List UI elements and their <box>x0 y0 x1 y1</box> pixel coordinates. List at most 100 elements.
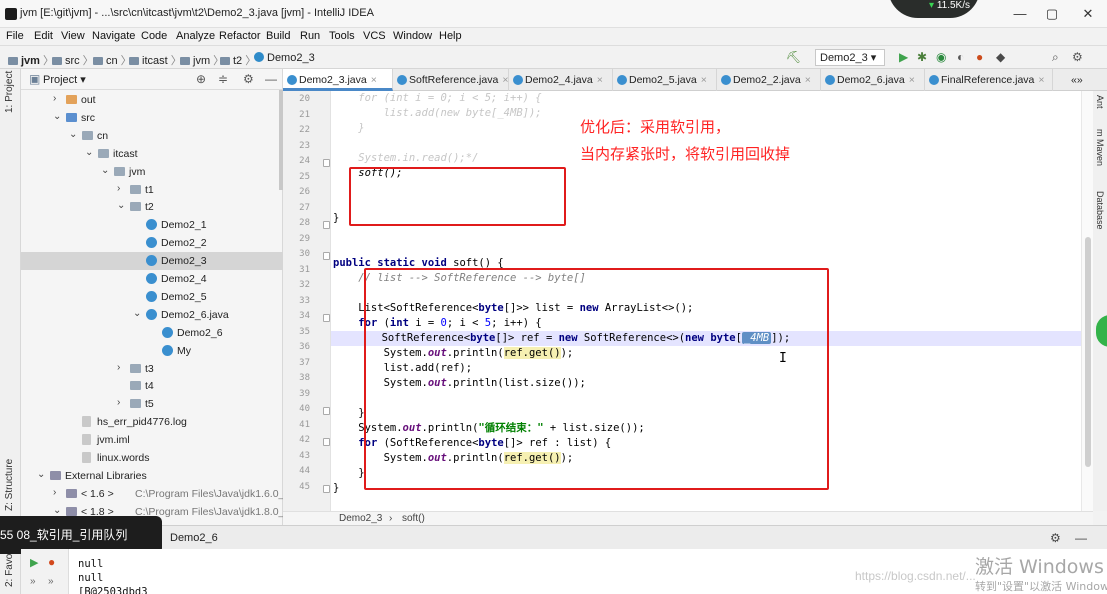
chevron-down-icon[interactable]: ⌄ <box>85 147 93 158</box>
menu-build[interactable]: Build <box>266 30 290 42</box>
tree-item[interactable]: ⌄ t2 <box>21 198 283 216</box>
close-tab-icon[interactable]: × <box>701 74 707 86</box>
project-view-label[interactable]: Project ▾ <box>43 73 86 86</box>
chevron-right-icon[interactable]: › <box>117 397 120 408</box>
fold-marker-icon[interactable] <box>323 159 330 167</box>
close-button[interactable]: ✕ <box>1078 6 1098 22</box>
breadcrumb-itcast[interactable]: itcast 〉 <box>129 52 182 68</box>
tree-item[interactable]: ⌄ itcast <box>21 145 283 163</box>
chevron-down-icon[interactable]: ⌄ <box>101 165 109 176</box>
scroll-down-icon[interactable]: » <box>48 576 54 587</box>
hammer-icon[interactable]: ⛏ <box>786 51 801 64</box>
tree-item[interactable]: linux.words <box>21 449 283 467</box>
chevron-right-icon[interactable]: › <box>117 183 120 194</box>
chevron-down-icon[interactable]: ⌄ <box>37 469 45 480</box>
menu-refactor[interactable]: Refactor <box>219 30 261 42</box>
stop-icon[interactable]: ● <box>48 555 55 569</box>
chevron-down-icon[interactable]: ⌄ <box>117 200 125 211</box>
gear-icon[interactable]: ⚙ <box>1050 531 1061 545</box>
tree-item[interactable]: › < 1.6 > C:\Program Files\Java\jdk1.6.0_4… <box>21 485 296 503</box>
fold-marker-icon[interactable] <box>323 221 330 229</box>
menu-run[interactable]: Run <box>300 30 320 42</box>
gear-icon[interactable]: ⚙ <box>243 72 254 86</box>
tree-item[interactable]: › out <box>21 91 283 109</box>
settings-icon[interactable]: ⚙ <box>1072 51 1083 64</box>
chevron-right-icon[interactable]: › <box>53 487 56 498</box>
tab-overflow-button[interactable]: «» <box>1065 69 1105 91</box>
fold-marker-icon[interactable] <box>323 314 330 322</box>
tab-softreference[interactable]: SoftReference.java × <box>393 69 509 91</box>
tree-item[interactable]: ⌄ External Libraries <box>21 467 283 485</box>
maven-tool-button[interactable]: m Maven <box>1095 129 1105 166</box>
chevron-down-icon[interactable]: ⌄ <box>133 308 141 319</box>
close-tab-icon[interactable]: × <box>371 74 377 86</box>
breadcrumb-jvm[interactable]: jvm 〉 <box>8 52 54 68</box>
chevron-down-icon[interactable]: ⌄ <box>69 129 77 140</box>
tree-item[interactable]: hs_err_pid4776.log <box>21 413 283 431</box>
tree-item[interactable]: Demo2_1 <box>21 216 283 234</box>
tree-item[interactable]: › t3 <box>21 360 283 378</box>
close-tab-icon[interactable]: × <box>502 74 508 86</box>
breadcrumb-cn[interactable]: cn 〉 <box>93 52 132 68</box>
fold-marker-icon[interactable] <box>323 484 330 493</box>
tree-item[interactable]: Demo2_4 <box>21 270 283 288</box>
rerun-icon[interactable]: ▶ <box>30 556 38 569</box>
tree-item[interactable]: My <box>21 342 283 360</box>
tab-demo2-2[interactable]: Demo2_2.java × <box>717 69 821 91</box>
menu-file[interactable]: File <box>6 30 24 42</box>
tree-item[interactable]: Demo2_5 <box>21 288 283 306</box>
tab-demo2-4[interactable]: Demo2_4.java × <box>509 69 613 91</box>
coverage-icon[interactable]: ◉ <box>936 51 946 64</box>
stop-icon[interactable]: ● <box>976 51 983 64</box>
menu-edit[interactable]: Edit <box>34 30 53 42</box>
breadcrumb-demo2-3[interactable]: Demo2_3 <box>254 52 315 64</box>
chevron-down-icon[interactable]: ⌄ <box>53 111 61 122</box>
close-tab-icon[interactable]: × <box>909 74 915 86</box>
tree-item[interactable]: ⌄ jvm <box>21 163 283 181</box>
close-tab-icon[interactable]: × <box>805 74 811 86</box>
menu-navigate[interactable]: Navigate <box>92 30 135 42</box>
tree-item[interactable]: ⌄ src <box>21 109 283 127</box>
menu-tools[interactable]: Tools <box>329 30 355 42</box>
breadcrumb-t2[interactable]: t2 〉 <box>220 52 256 68</box>
structure-tool-button[interactable]: Z: Structure <box>4 459 15 511</box>
tree-item[interactable]: ⌄ Demo2_6.java <box>21 306 283 324</box>
fold-marker-icon[interactable] <box>323 252 330 260</box>
collapse-icon[interactable]: ≑ <box>218 72 228 86</box>
chevron-down-icon[interactable]: ⌄ <box>53 505 61 516</box>
tree-item[interactable]: › t5 <box>21 395 283 413</box>
menu-help[interactable]: Help <box>439 30 462 42</box>
menu-view[interactable]: View <box>61 30 85 42</box>
breadcrumb-jvm-pkg[interactable]: jvm 〉 <box>180 52 224 68</box>
build-project-icon[interactable]: ◆ <box>996 51 1005 64</box>
debug-icon[interactable]: ✱ <box>917 51 927 64</box>
menu-analyze[interactable]: Analyze <box>176 30 215 42</box>
database-tool-button[interactable]: Database <box>1095 191 1105 230</box>
tree-item[interactable]: Demo2_3 <box>21 252 283 271</box>
tree-item[interactable]: › t1 <box>21 181 283 199</box>
chevron-right-icon[interactable]: › <box>53 93 56 104</box>
chevron-right-icon[interactable]: › <box>117 362 120 373</box>
scroll-thumb[interactable] <box>1085 237 1091 467</box>
close-tab-icon[interactable]: × <box>1038 74 1044 86</box>
run-tab-demo2-6[interactable]: Demo2_6 <box>170 532 218 544</box>
tab-demo2-5[interactable]: Demo2_5.java × <box>613 69 717 91</box>
tab-finalreference[interactable]: FinalReference.java × <box>925 69 1053 91</box>
fold-marker-icon[interactable] <box>323 407 330 415</box>
tab-demo2-6[interactable]: Demo2_6.java × <box>821 69 925 91</box>
run-icon[interactable]: ▶ <box>899 51 908 64</box>
tab-demo2-3[interactable]: Demo2_3.java × <box>283 69 393 91</box>
tree-item[interactable]: jvm.iml <box>21 431 283 449</box>
tree-item[interactable]: ⌄ cn <box>21 127 283 145</box>
menu-window[interactable]: Window <box>393 30 432 42</box>
menu-vcs[interactable]: VCS <box>363 30 386 42</box>
breadcrumb-src[interactable]: src 〉 <box>52 52 94 68</box>
tree-item[interactable]: Demo2_6 <box>21 324 283 342</box>
tree-item[interactable]: t4 <box>21 377 283 395</box>
menu-code[interactable]: Code <box>141 30 167 42</box>
hide-icon[interactable]: — <box>265 72 277 86</box>
scroll-up-icon[interactable]: » <box>30 576 36 587</box>
fold-marker-icon[interactable] <box>323 438 330 446</box>
minimize-button[interactable]: — <box>1010 6 1030 22</box>
editor-crumb-class[interactable]: Demo2_3 <box>339 513 382 524</box>
